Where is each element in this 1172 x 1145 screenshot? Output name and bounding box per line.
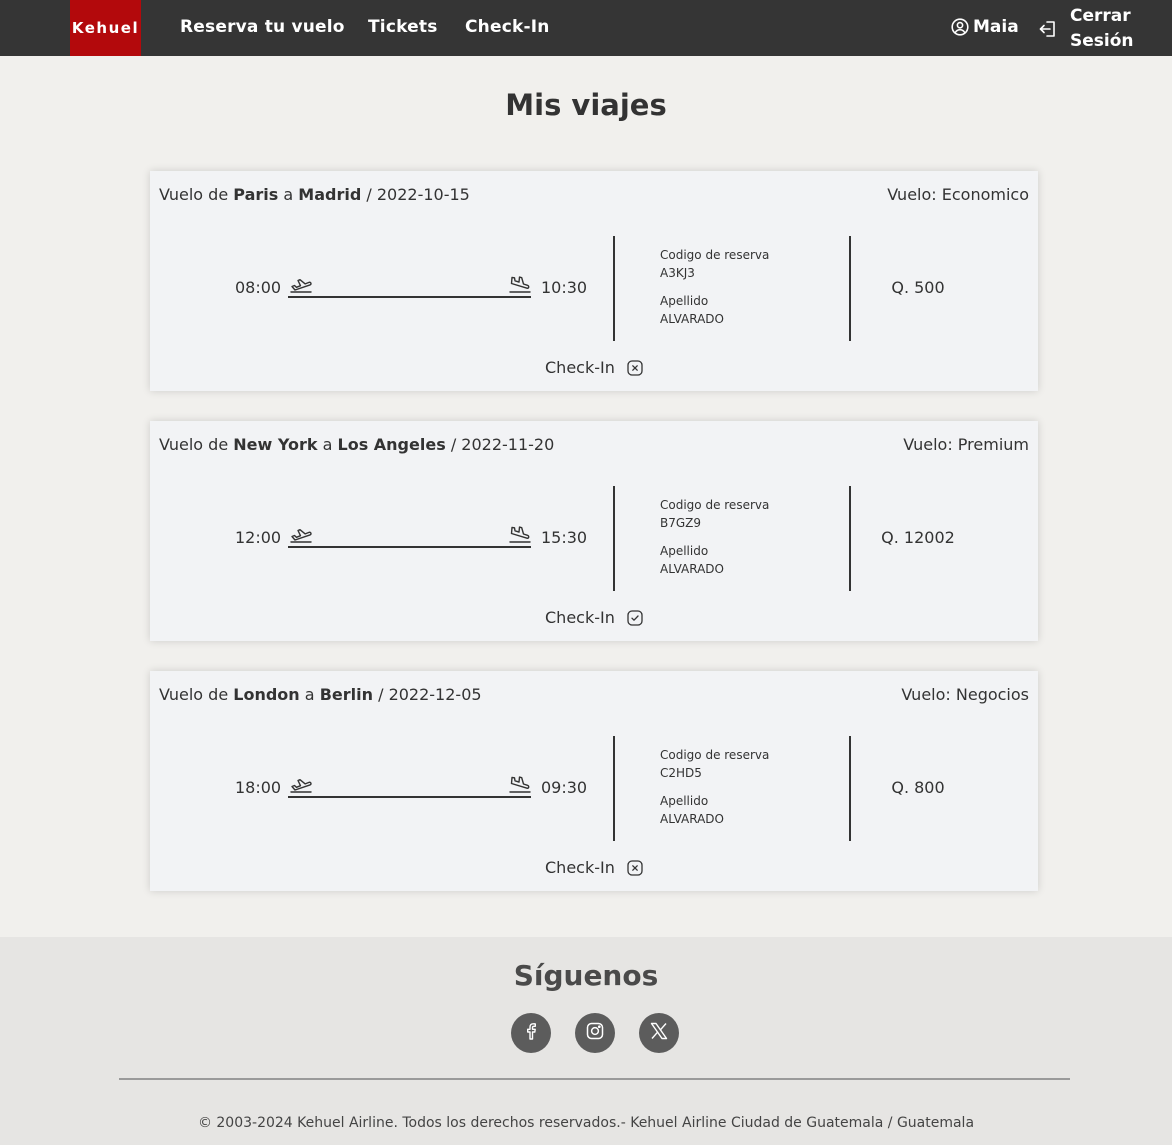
route-connector: a — [322, 435, 333, 454]
arrival-time: 15:30 — [541, 528, 588, 547]
codigo-label: Codigo de reserva — [660, 498, 770, 512]
close-square-icon — [627, 859, 643, 876]
landing-icon — [508, 775, 532, 799]
x-icon — [649, 1021, 669, 1045]
trip-price: Q. 800 — [891, 778, 945, 797]
trip-class: Vuelo: Premium — [903, 435, 1029, 454]
trip-origin: New York — [233, 435, 318, 454]
trip-destination: Madrid — [298, 185, 362, 204]
x-link[interactable] — [639, 1013, 679, 1053]
trip-price: Q. 500 — [891, 278, 945, 297]
trip-origin: London — [233, 685, 300, 704]
facebook-link[interactable] — [511, 1013, 551, 1053]
checkin-label: Check-In — [545, 358, 615, 377]
codigo-label: Codigo de reserva — [660, 748, 770, 762]
nav-link-reserva[interactable]: Reserva tu vuelo — [180, 17, 345, 37]
trip-card: Vuelo de London a Berlin / 2022-12-05 Vu… — [150, 671, 1038, 891]
apellido-value: ALVARADO — [660, 562, 724, 576]
route-connector: a — [304, 685, 315, 704]
landing-icon — [508, 525, 532, 549]
checkin-button[interactable]: Check-In — [545, 858, 643, 877]
apellido-label: Apellido — [660, 544, 709, 558]
trip-date: 2022-12-05 — [388, 685, 482, 704]
navbar: Kehuel Reserva tu vuelo Tickets Check-In… — [0, 0, 1172, 56]
trip-origin: Paris — [233, 185, 279, 204]
route-connector: a — [283, 185, 294, 204]
departure-time: 12:00 — [235, 528, 282, 547]
arrival-time: 10:30 — [541, 278, 588, 297]
footer-title: Síguenos — [513, 959, 659, 992]
class-prefix: Vuelo: — [903, 435, 953, 454]
trip-date: 2022-10-15 — [376, 185, 470, 204]
trip-class: Vuelo: Economico — [887, 185, 1029, 204]
trip-card: Vuelo de New York a Los Angeles / 2022-1… — [150, 421, 1038, 641]
class-value: Premium — [957, 435, 1029, 454]
trip-price: Q. 12002 — [881, 528, 955, 547]
trip-route: Vuelo de New York a Los Angeles / 2022-1… — [159, 435, 554, 454]
landing-icon — [508, 275, 532, 299]
divider — [613, 236, 615, 341]
footer-divider — [119, 1078, 1070, 1080]
class-value: Negocios — [955, 685, 1029, 704]
date-separator: / — [366, 185, 372, 204]
nav-link-tickets[interactable]: Tickets — [368, 17, 438, 37]
class-prefix: Vuelo: — [887, 185, 937, 204]
codigo-value: B7GZ9 — [660, 516, 702, 530]
trip-route: Vuelo de Paris a Madrid / 2022-10-15 — [159, 185, 470, 204]
apellido-label: Apellido — [660, 794, 709, 808]
flight-path-line — [288, 296, 531, 298]
user-menu[interactable]: Maia — [951, 17, 1019, 37]
page-title: Mis viajes — [505, 88, 667, 122]
date-separator: / — [450, 435, 457, 454]
checkin-label: Check-In — [545, 608, 615, 627]
class-value: Economico — [941, 185, 1029, 204]
arrival-time: 09:30 — [541, 778, 588, 797]
trip-route: Vuelo de London a Berlin / 2022-12-05 — [159, 685, 482, 704]
footer: Síguenos © 2003-2024 Kehuel Airline. Tod… — [0, 937, 1172, 1145]
departure-time: 08:00 — [235, 278, 282, 297]
user-name: Maia — [973, 17, 1019, 37]
user-icon — [951, 18, 969, 36]
logout-button[interactable]: Cerrar Sesión — [1038, 4, 1140, 54]
apellido-value: ALVARADO — [660, 312, 724, 326]
logout-label: Cerrar Sesión — [1070, 6, 1134, 51]
apellido-value: ALVARADO — [660, 812, 724, 826]
checkin-label: Check-In — [545, 858, 615, 877]
trip-destination: Berlin — [319, 685, 373, 704]
instagram-link[interactable] — [575, 1013, 615, 1053]
codigo-value: A3KJ3 — [660, 266, 695, 280]
divider — [613, 486, 615, 591]
logo[interactable]: Kehuel — [70, 0, 141, 56]
apellido-label: Apellido — [660, 294, 709, 308]
codigo-label: Codigo de reserva — [660, 248, 770, 262]
copyright-text: © 2003-2024 Kehuel Airline. Todos los de… — [197, 1115, 975, 1131]
flight-path-line — [288, 546, 531, 548]
flight-path-line — [288, 796, 531, 798]
nav-link-checkin[interactable]: Check-In — [465, 17, 550, 37]
departure-time: 18:00 — [235, 778, 282, 797]
route-prefix: Vuelo de — [159, 685, 229, 704]
check-square-icon — [627, 609, 643, 626]
trip-date: 2022-11-20 — [461, 435, 555, 454]
route-prefix: Vuelo de — [159, 435, 229, 454]
checkin-button[interactable]: Check-In — [545, 608, 643, 627]
route-prefix: Vuelo de — [159, 185, 229, 204]
codigo-value: C2HD5 — [660, 766, 702, 780]
class-prefix: Vuelo: — [901, 685, 951, 704]
checkin-button[interactable]: Check-In — [545, 358, 643, 377]
date-separator: / — [378, 685, 384, 704]
instagram-icon — [585, 1021, 605, 1045]
trip-destination: Los Angeles — [337, 435, 446, 454]
trip-card: Vuelo de Paris a Madrid / 2022-10-15 Vue… — [150, 171, 1038, 391]
facebook-icon — [521, 1021, 541, 1045]
logout-icon — [1038, 19, 1058, 39]
trip-class: Vuelo: Negocios — [901, 685, 1029, 704]
divider — [613, 736, 615, 841]
close-square-icon — [627, 359, 643, 376]
